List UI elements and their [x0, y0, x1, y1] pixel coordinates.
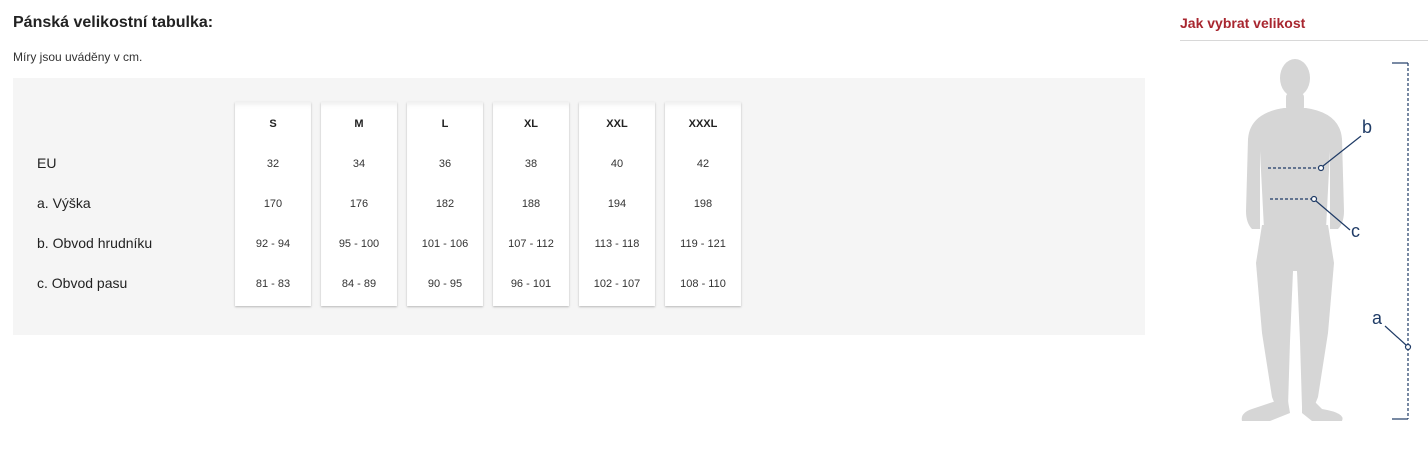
- waist-value: 96 - 101: [510, 278, 552, 290]
- eu-value: 42: [696, 158, 710, 170]
- chest-value: 113 - 118: [594, 238, 640, 250]
- chest-value: 95 - 100: [338, 238, 380, 250]
- size-column-xxl: XXL 40 194 113 - 118 102 - 107: [579, 102, 655, 306]
- height-value: 182: [435, 198, 455, 210]
- height-value: 188: [521, 198, 541, 210]
- size-header: XL: [523, 118, 539, 130]
- row-label-height: a. Výška: [37, 195, 91, 211]
- size-header: XXL: [606, 118, 628, 130]
- size-column-l: L 36 182 101 - 106 90 - 95: [407, 102, 483, 306]
- page-title: Pánská velikostní tabulka:: [13, 14, 214, 31]
- row-label-waist: c. Obvod pasu: [37, 275, 128, 291]
- size-header: XXXL: [688, 118, 718, 130]
- row-label-chest: b. Obvod hrudníku: [37, 235, 153, 251]
- size-column-xl: XL 38 188 107 - 112 96 - 101: [493, 102, 569, 306]
- size-header: S: [269, 118, 277, 130]
- height-value: 170: [263, 198, 283, 210]
- size-header: M: [354, 118, 364, 130]
- how-to-choose-size-heading: Jak vybrat velikost: [1180, 15, 1306, 31]
- measurement-figure: b c a: [1180, 41, 1428, 465]
- eu-value: 32: [266, 158, 280, 170]
- size-column-xxxl: XXXL 42 198 119 - 121 108 - 110: [665, 102, 741, 306]
- eu-value: 36: [438, 158, 452, 170]
- row-label-eu: EU: [37, 155, 57, 171]
- waist-value: 102 - 107: [593, 278, 641, 290]
- eu-value: 34: [352, 158, 366, 170]
- chest-value: 119 - 121: [680, 238, 726, 250]
- units-note: Míry jsou uváděny v cm.: [13, 50, 143, 64]
- body-silhouette-icon: b c a: [1241, 59, 1412, 421]
- label-a: a: [1372, 308, 1383, 328]
- size-table: EU a. Výška b. Obvod hrudníku c. Obvod p…: [13, 78, 1145, 335]
- waist-value: 90 - 95: [427, 278, 463, 290]
- chest-value: 101 - 106: [421, 238, 469, 250]
- eu-value: 40: [610, 158, 624, 170]
- chest-value: 92 - 94: [255, 238, 291, 250]
- label-c: c: [1351, 221, 1360, 241]
- waist-value: 81 - 83: [255, 278, 291, 290]
- chest-value: 107 - 112: [508, 238, 554, 250]
- size-column-m: M 34 176 95 - 100 84 - 89: [321, 102, 397, 306]
- height-value: 194: [607, 198, 627, 210]
- size-header: L: [441, 118, 449, 130]
- height-value: 198: [693, 198, 713, 210]
- eu-value: 38: [524, 158, 538, 170]
- size-column-s: S 32 170 92 - 94 81 - 83: [235, 102, 311, 306]
- waist-value: 84 - 89: [341, 278, 377, 290]
- height-value: 176: [349, 198, 369, 210]
- label-b: b: [1362, 117, 1372, 137]
- waist-value: 108 - 110: [680, 278, 726, 290]
